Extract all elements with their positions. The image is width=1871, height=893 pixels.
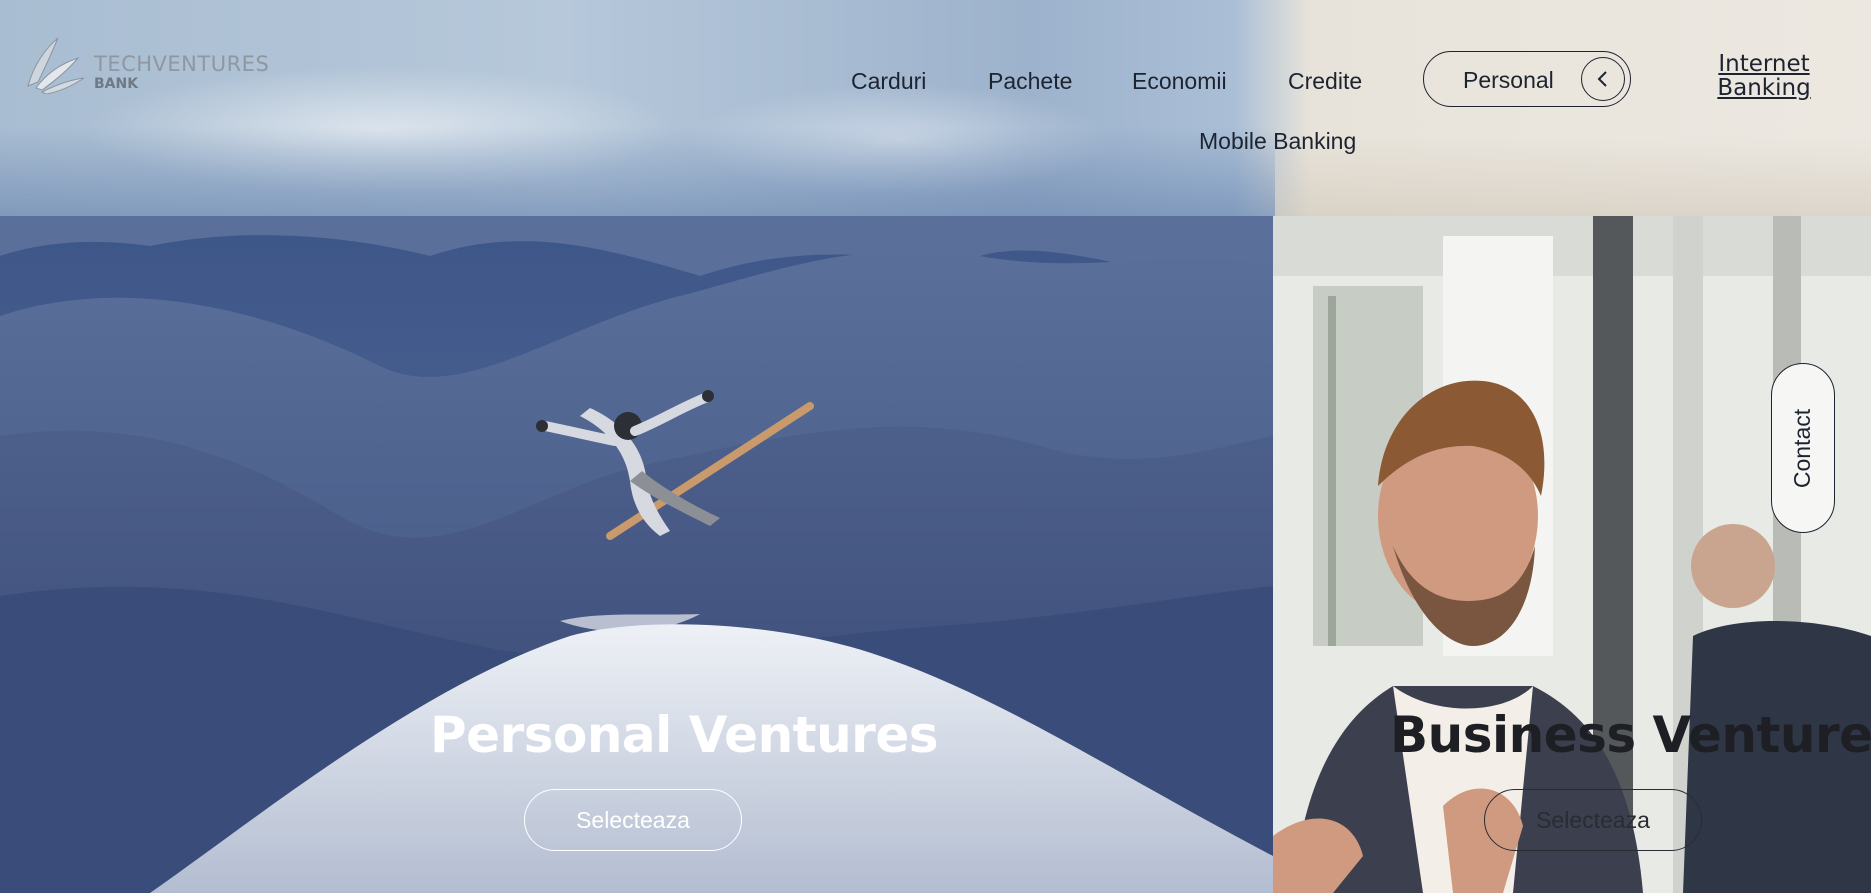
internet-banking-line2: Banking	[1717, 75, 1811, 101]
brand-sub: BANK	[94, 76, 139, 92]
business-title: Business Ventures	[1390, 706, 1871, 764]
personal-select-button[interactable]: Selecteaza	[524, 789, 742, 851]
business-select-button[interactable]: Selecteaza	[1484, 789, 1702, 851]
segment-label: Personal	[1463, 67, 1554, 93]
business-hero[interactable]: Business Ventures Selecteaza	[1273, 216, 1871, 893]
nav-item-credite[interactable]: Credite	[1288, 68, 1362, 95]
chevron-left-icon[interactable]	[1581, 57, 1625, 101]
personal-hero[interactable]: Personal Ventures Selecteaza	[0, 216, 1273, 893]
personal-title: Personal Ventures	[430, 706, 939, 764]
internet-banking-link[interactable]: Internet Banking	[1712, 52, 1816, 100]
site-header	[0, 0, 1871, 216]
nav-item-mobile-banking[interactable]: Mobile Banking	[1199, 128, 1356, 155]
nav-item-pachete[interactable]: Pachete	[988, 68, 1072, 95]
segment-switch[interactable]: Personal	[1423, 51, 1631, 107]
brand-name: TECHVENTURES	[94, 52, 270, 76]
nav-item-carduri[interactable]: Carduri	[851, 68, 926, 95]
contact-button[interactable]: Contact	[1771, 363, 1835, 533]
contact-label: Contact	[1789, 408, 1816, 488]
internet-banking-line1: Internet	[1718, 51, 1810, 77]
nav-item-economii[interactable]: Economii	[1132, 68, 1227, 95]
brand-logo[interactable]: TECHVENTURES BANK	[24, 34, 269, 94]
wing-logo-icon	[27, 37, 85, 94]
